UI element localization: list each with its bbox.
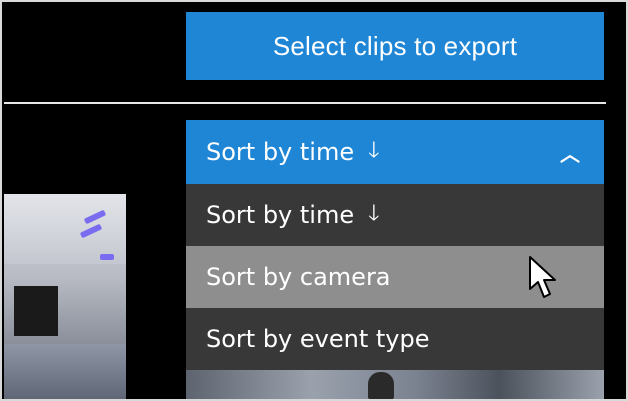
sort-option-label: Sort by time	[206, 201, 355, 229]
ceiling-light	[100, 254, 114, 260]
sort-option-label: Sort by camera	[206, 263, 391, 291]
chevron-up-icon[interactable]: ︿	[560, 138, 580, 167]
sort-option-time[interactable]: Sort by time 🡓	[186, 184, 604, 246]
sort-option-event-type[interactable]: Sort by event type	[186, 308, 604, 370]
select-clips-to-export-button[interactable]: Select clips to export	[186, 12, 604, 80]
arrow-down-icon: 🡓	[368, 201, 380, 226]
clip-thumbnail-left[interactable]	[4, 194, 126, 399]
sort-dropdown-toggle[interactable]: Sort by time 🡓 ︿	[186, 120, 604, 184]
wall-panel	[14, 286, 58, 336]
sort-dropdown-selected-label: Sort by time	[206, 138, 355, 166]
mouse-pointer-icon	[529, 256, 556, 298]
thumbnail-floor	[4, 344, 126, 399]
thumbnail-person	[368, 372, 394, 399]
sort-dropdown[interactable]: Sort by time 🡓 ︿ Sort by time 🡓 Sort by …	[186, 120, 604, 370]
right-edge	[606, 4, 626, 399]
clip-thumbnail-bottom[interactable]	[186, 370, 604, 399]
divider	[4, 102, 606, 104]
sort-option-label: Sort by event type	[206, 325, 430, 353]
arrow-down-icon: 🡓	[368, 138, 380, 163]
